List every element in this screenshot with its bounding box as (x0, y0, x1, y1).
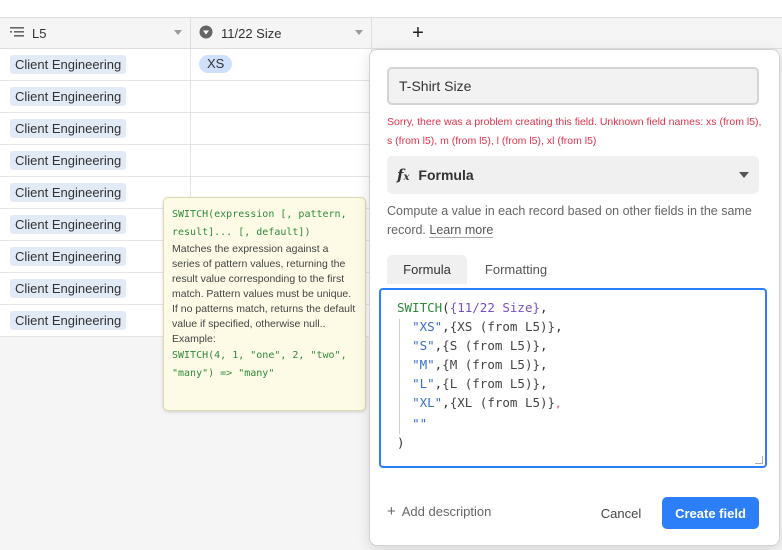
table-row[interactable]: Client Engineering (0, 81, 372, 113)
field-name-input[interactable]: T-Shirt Size (387, 67, 759, 105)
formula-pattern: "XL" (412, 395, 443, 410)
cancel-button[interactable]: Cancel (593, 498, 649, 528)
tab-formula[interactable]: Formula (387, 255, 467, 284)
cell-l5[interactable]: Client Engineering (0, 81, 191, 112)
top-strip (0, 0, 782, 17)
linked-record-chip: Client Engineering (10, 279, 127, 298)
linked-record-chip: Client Engineering (10, 215, 127, 234)
formula-pattern: "XS" (412, 319, 443, 334)
linked-record-chip: Client Engineering (10, 55, 127, 74)
formula-result: {S (from L5)} (442, 338, 541, 353)
formula-editor[interactable]: SWITCH({11/22 Size}, "XS",{XS (from L5)}… (379, 288, 767, 468)
single-select-icon (199, 25, 213, 42)
field-config-panel: T-Shirt Size Sorry, there was a problem … (369, 49, 780, 546)
resize-handle[interactable] (755, 456, 763, 464)
formula-pattern: "L" (412, 376, 435, 391)
cell-l5[interactable]: Client Engineering (0, 49, 191, 80)
cell-size[interactable] (191, 145, 372, 176)
function-example: SWITCH(4, 1, "one", 2, "two", "many") =>… (172, 350, 347, 379)
plus-icon: + (412, 22, 424, 44)
formula-function: SWITCH (397, 300, 443, 315)
chevron-down-icon (739, 172, 749, 178)
add-description-label: Add description (401, 504, 492, 519)
formula-result: {XL (from L5)} (449, 395, 556, 410)
formula-pattern: "S" (412, 338, 435, 353)
cell-l5[interactable]: Client Engineering (0, 113, 191, 144)
error-squiggle: , (555, 399, 562, 410)
grid-header: L5 11/22 Size + (0, 17, 782, 49)
add-column-button[interactable]: + (372, 18, 464, 49)
table-row[interactable]: Client Engineering XS (0, 49, 372, 81)
linked-record-chip: Client Engineering (10, 119, 127, 138)
column-header-size[interactable]: 11/22 Size (191, 18, 372, 49)
plus-icon: + (387, 503, 396, 520)
field-type-label: Formula (418, 167, 474, 183)
linked-record-chip: Client Engineering (10, 183, 127, 202)
formula-result: {M (from L5)} (442, 357, 541, 372)
error-message: Sorry, there was a problem creating this… (387, 116, 762, 147)
create-field-button[interactable]: Create field (662, 497, 759, 529)
select-option-pill: XS (199, 55, 233, 73)
column-header-label: L5 (32, 26, 47, 41)
add-description-button[interactable]: + Add description (387, 503, 491, 520)
cell-size[interactable] (191, 81, 372, 112)
field-type-help: Compute a value in each record based on … (387, 202, 765, 240)
table-row[interactable]: Client Engineering (0, 145, 372, 177)
formula-field-ref: {11/22 Size} (449, 300, 540, 315)
field-type-select[interactable]: fx Formula (387, 156, 759, 194)
tab-formatting[interactable]: Formatting (467, 255, 565, 284)
table-row[interactable]: Client Engineering (0, 113, 372, 145)
editor-tabs: Formula Formatting (387, 255, 759, 284)
indent-guide (399, 319, 400, 434)
formula-result: {XS (from L5)} (449, 319, 556, 334)
function-signature: SWITCH(expression [, pattern, result]...… (172, 209, 347, 238)
function-description: Matches the expression against a series … (172, 243, 356, 345)
linked-record-chip: Client Engineering (10, 87, 127, 106)
column-header-l5[interactable]: L5 (0, 18, 191, 49)
linked-record-chip: Client Engineering (10, 311, 127, 330)
learn-more-link[interactable]: Learn more (429, 223, 494, 238)
cell-size[interactable] (191, 113, 372, 144)
formula-pattern: "M" (412, 357, 435, 372)
function-help-tooltip: SWITCH(expression [, pattern, result]...… (163, 197, 366, 411)
chevron-down-icon[interactable] (174, 30, 182, 35)
cell-size[interactable]: XS (191, 49, 372, 80)
linked-record-chip: Client Engineering (10, 151, 127, 170)
column-header-label: 11/22 Size (221, 26, 282, 41)
cell-l5[interactable]: Client Engineering (0, 145, 191, 176)
lookup-list-icon (10, 26, 24, 41)
formula-result: {L (from L5)} (442, 376, 541, 391)
field-name-value: T-Shirt Size (399, 78, 472, 94)
formula-default: "" (412, 416, 428, 431)
linked-record-chip: Client Engineering (10, 247, 127, 266)
formula-icon: fx (397, 166, 410, 184)
chevron-down-icon[interactable] (355, 30, 363, 35)
